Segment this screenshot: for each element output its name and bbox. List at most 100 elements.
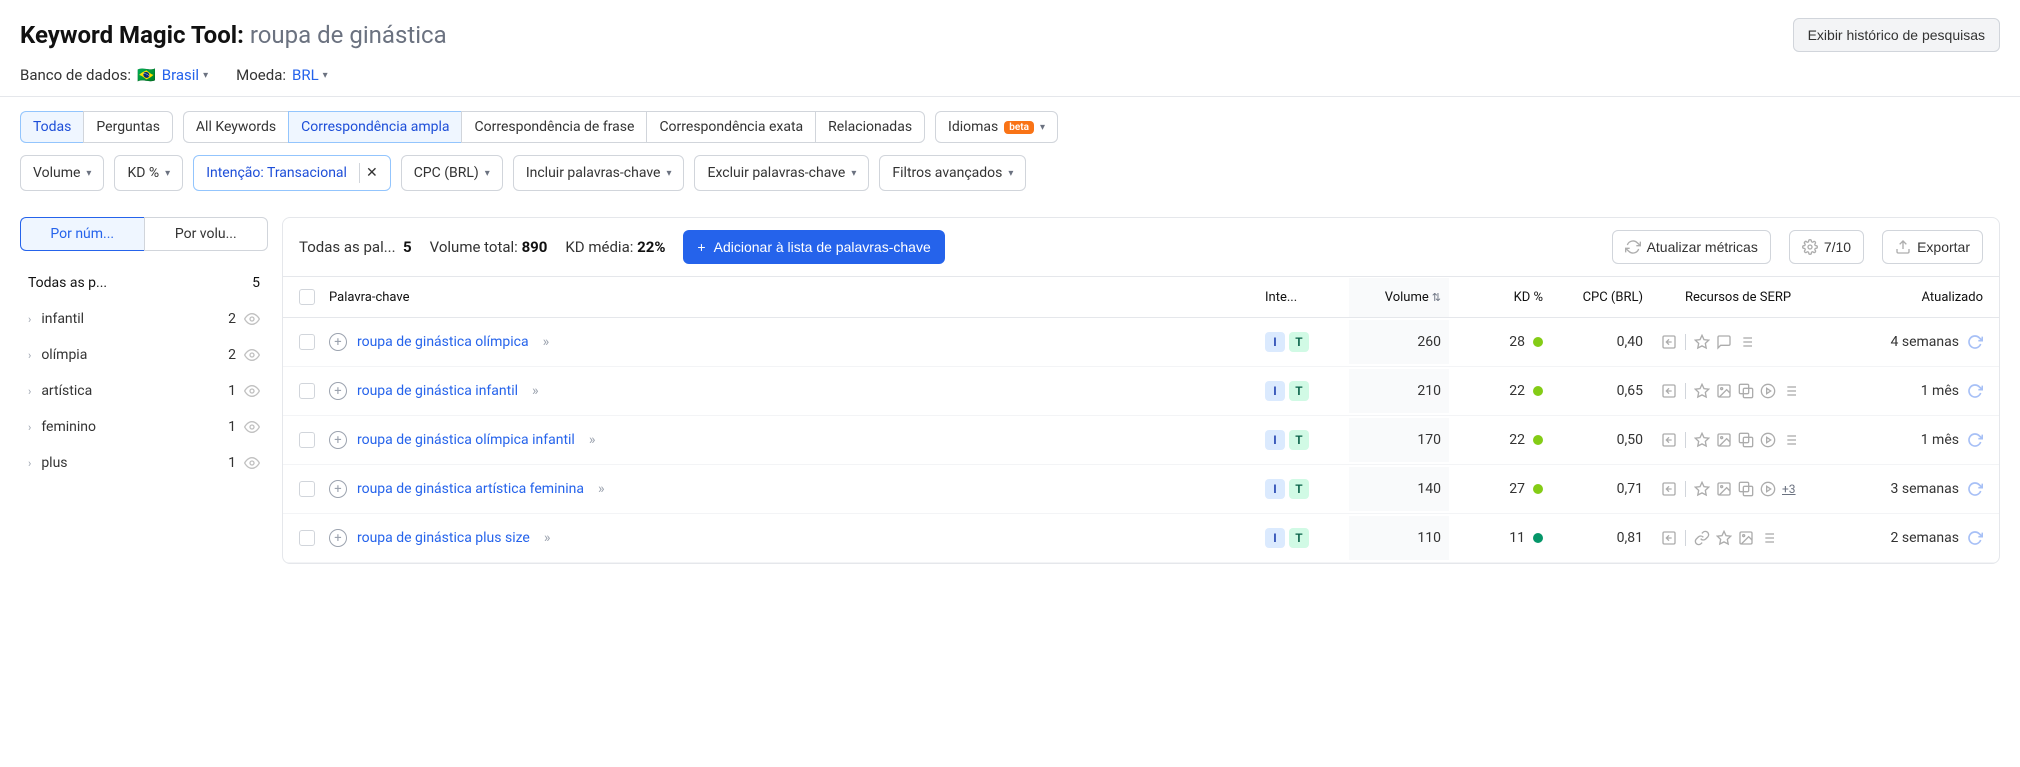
col-volume[interactable]: Volume⇅ <box>1349 278 1449 317</box>
keyword-link[interactable]: roupa de ginástica plus size <box>357 530 530 546</box>
serp-image2-icon[interactable] <box>1738 383 1754 399</box>
sort-by-number[interactable]: Por núm... <box>20 217 144 251</box>
tab-frase[interactable]: Correspondência de frase <box>461 111 646 143</box>
serp-star-icon[interactable] <box>1694 383 1710 399</box>
serp-list-icon[interactable] <box>1760 530 1776 546</box>
row-checkbox[interactable] <box>299 334 315 350</box>
refresh-row-icon[interactable] <box>1967 432 1983 448</box>
add-keyword-icon[interactable]: + <box>329 382 347 400</box>
add-keyword-icon[interactable]: + <box>329 333 347 351</box>
refresh-row-icon[interactable] <box>1967 481 1983 497</box>
sidebar-category[interactable]: ›olímpia2 <box>20 337 268 373</box>
tab-exata[interactable]: Correspondência exata <box>646 111 815 143</box>
serp-image-icon[interactable] <box>1738 530 1754 546</box>
col-serp[interactable]: Recursos de SERP <box>1643 290 1833 305</box>
tab-relacionadas[interactable]: Relacionadas <box>815 111 925 143</box>
serp-chat-icon[interactable] <box>1716 334 1732 350</box>
filter-volume[interactable]: Volume▾ <box>20 155 104 191</box>
eye-icon[interactable] <box>244 347 260 363</box>
add-to-list-button[interactable]: + Adicionar à lista de palavras-chave <box>683 230 944 264</box>
serp-view-icon[interactable] <box>1661 383 1677 399</box>
settings-counter[interactable]: 7/10 <box>1789 230 1864 264</box>
refresh-row-icon[interactable] <box>1967 530 1983 546</box>
chevron-down-icon: ▾ <box>1040 122 1045 133</box>
sidebar-category[interactable]: ›artística1 <box>20 373 268 409</box>
refresh-row-icon[interactable] <box>1967 334 1983 350</box>
serp-video-icon[interactable] <box>1760 383 1776 399</box>
serp-star-icon[interactable] <box>1694 432 1710 448</box>
intent-badge-informational: I <box>1265 381 1285 401</box>
tab-all-keywords[interactable]: All Keywords <box>183 111 288 143</box>
serp-link-icon[interactable] <box>1694 530 1710 546</box>
serp-more[interactable]: +3 <box>1782 482 1796 496</box>
serp-image-icon[interactable] <box>1716 432 1732 448</box>
keyword-link[interactable]: roupa de ginástica infantil <box>357 383 518 399</box>
intent-badge-transactional: T <box>1289 528 1309 548</box>
serp-image-icon[interactable] <box>1716 383 1732 399</box>
row-checkbox[interactable] <box>299 530 315 546</box>
serp-view-icon[interactable] <box>1661 334 1677 350</box>
add-keyword-icon[interactable]: + <box>329 480 347 498</box>
col-kd[interactable]: KD % <box>1453 290 1543 305</box>
tab-todas[interactable]: Todas <box>20 111 83 143</box>
database-selector[interactable]: Banco de dados: 🇧🇷 Brasil ▾ <box>20 66 208 84</box>
serp-image-icon[interactable] <box>1716 481 1732 497</box>
tab-perguntas[interactable]: Perguntas <box>83 111 173 143</box>
eye-icon[interactable] <box>244 311 260 327</box>
serp-list-icon[interactable] <box>1782 432 1798 448</box>
idiomas-dropdown[interactable]: Idiomas beta ▾ <box>935 111 1058 143</box>
sidebar-category[interactable]: ›plus1 <box>20 445 268 481</box>
filter-kd[interactable]: KD %▾ <box>114 155 183 191</box>
col-intent[interactable]: Inte... <box>1265 290 1345 305</box>
serp-view-icon[interactable] <box>1661 481 1677 497</box>
filter-exclude[interactable]: Excluir palavras-chave▾ <box>694 155 869 191</box>
serp-star-icon[interactable] <box>1694 481 1710 497</box>
col-updated[interactable]: Atualizado <box>1833 290 1983 305</box>
serp-image2-icon[interactable] <box>1738 432 1754 448</box>
update-metrics-button[interactable]: Atualizar métricas <box>1612 230 1771 264</box>
serp-image2-icon[interactable] <box>1738 481 1754 497</box>
currency-selector[interactable]: Moeda: BRL ▾ <box>236 66 328 84</box>
serp-view-icon[interactable] <box>1661 530 1677 546</box>
add-keyword-icon[interactable]: + <box>329 529 347 547</box>
expand-icon[interactable]: » <box>598 481 605 497</box>
sort-by-volume[interactable]: Por volu... <box>144 217 269 251</box>
serp-video-icon[interactable] <box>1760 481 1776 497</box>
serp-view-icon[interactable] <box>1661 432 1677 448</box>
sidebar-category[interactable]: ›infantil2 <box>20 301 268 337</box>
serp-list-icon[interactable] <box>1738 334 1754 350</box>
history-button[interactable]: Exibir histórico de pesquisas <box>1793 18 2000 52</box>
serp-list-icon[interactable] <box>1782 383 1798 399</box>
expand-icon[interactable]: » <box>532 383 539 399</box>
keyword-link[interactable]: roupa de ginástica olímpica <box>357 334 529 350</box>
add-keyword-icon[interactable]: + <box>329 431 347 449</box>
filter-advanced[interactable]: Filtros avançados▾ <box>879 155 1026 191</box>
filter-include[interactable]: Incluir palavras-chave▾ <box>513 155 685 191</box>
col-cpc[interactable]: CPC (BRL) <box>1543 290 1643 305</box>
refresh-row-icon[interactable] <box>1967 383 1983 399</box>
filter-cpc[interactable]: CPC (BRL)▾ <box>401 155 503 191</box>
close-icon[interactable]: ✕ <box>359 163 384 183</box>
category-name: plus <box>41 455 67 471</box>
filter-intent[interactable]: Intenção: Transacional ✕ <box>193 155 391 191</box>
keyword-link[interactable]: roupa de ginástica artística feminina <box>357 481 584 497</box>
keyword-link[interactable]: roupa de ginástica olímpica infantil <box>357 432 575 448</box>
row-checkbox[interactable] <box>299 383 315 399</box>
expand-icon[interactable]: » <box>543 334 550 350</box>
select-all-checkbox[interactable] <box>299 289 315 305</box>
tab-ampla[interactable]: Correspondência ampla <box>288 111 461 143</box>
expand-icon[interactable]: » <box>589 432 596 448</box>
serp-star-icon[interactable] <box>1716 530 1732 546</box>
serp-star-icon[interactable] <box>1694 334 1710 350</box>
eye-icon[interactable] <box>244 383 260 399</box>
row-checkbox[interactable] <box>299 432 315 448</box>
col-keyword[interactable]: Palavra-chave <box>329 290 1265 305</box>
serp-video-icon[interactable] <box>1760 432 1776 448</box>
export-button[interactable]: Exportar <box>1882 230 1983 264</box>
eye-icon[interactable] <box>244 419 260 435</box>
sidebar-category[interactable]: ›feminino1 <box>20 409 268 445</box>
sidebar-all-keywords[interactable]: Todas as p... 5 <box>20 265 268 301</box>
row-checkbox[interactable] <box>299 481 315 497</box>
eye-icon[interactable] <box>244 455 260 471</box>
expand-icon[interactable]: » <box>544 530 551 546</box>
